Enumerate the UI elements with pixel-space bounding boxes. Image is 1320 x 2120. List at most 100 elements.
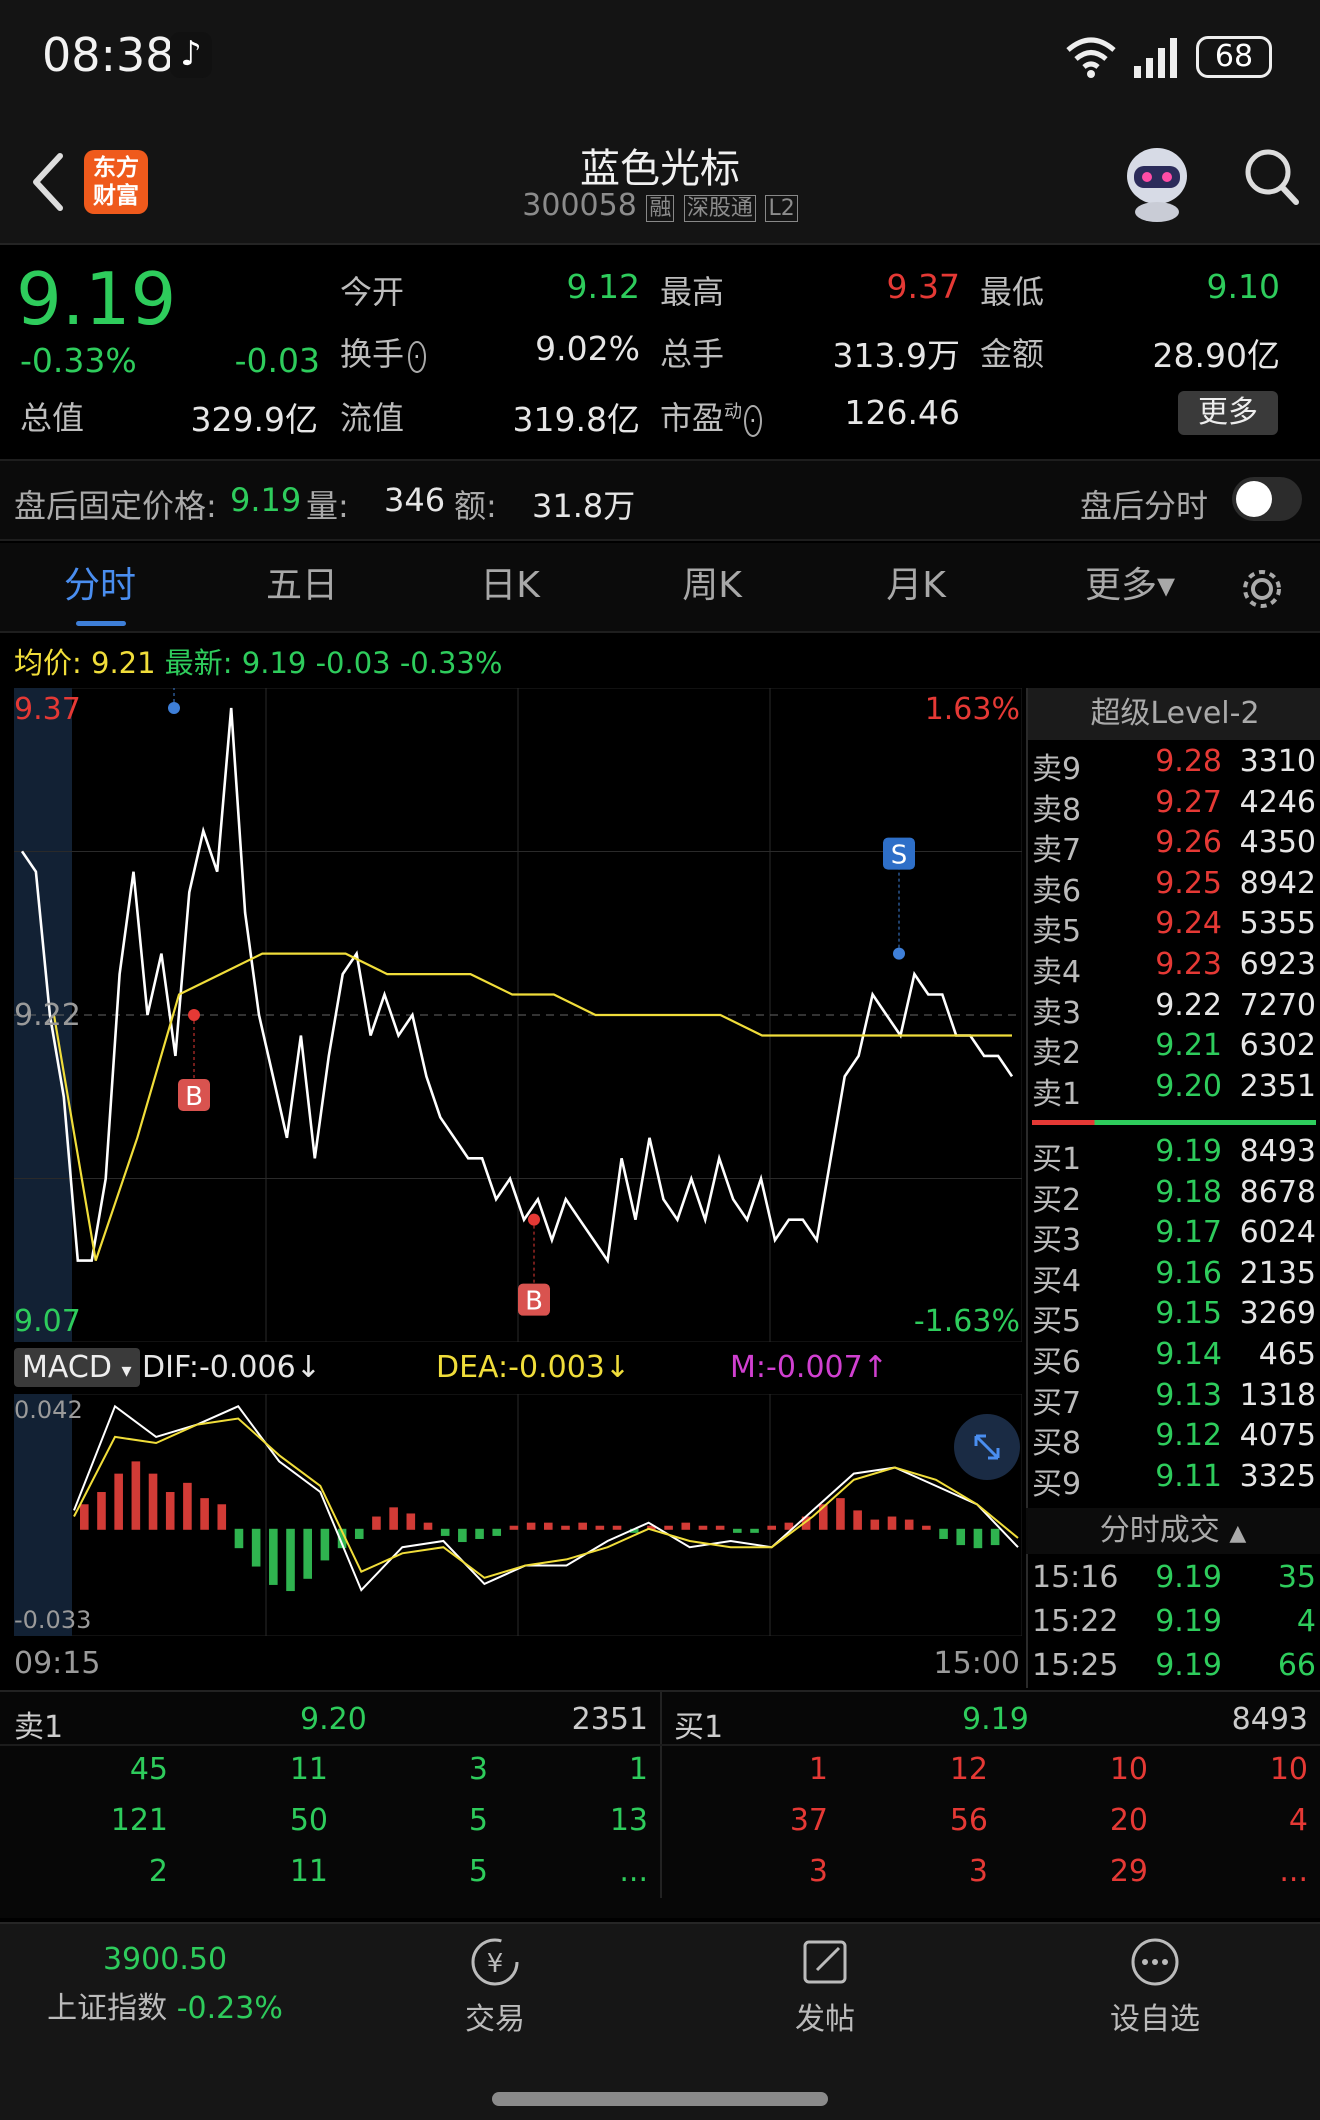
after-hours-bar: 盘后固定价格: 9.19 量: 346 额: 31.8万 盘后分时 bbox=[0, 459, 1320, 541]
robot-assistant-icon[interactable] bbox=[1118, 138, 1196, 224]
expand-icon[interactable] bbox=[954, 1414, 1020, 1480]
macd-bar bbox=[389, 1507, 398, 1530]
ask-row[interactable]: 卖7 9.26 4350 bbox=[1032, 825, 1320, 868]
after-vol: 346 bbox=[384, 481, 446, 519]
more-button[interactable]: 更多 bbox=[1178, 391, 1278, 435]
pe-label-text: 市盈 bbox=[660, 399, 725, 437]
macd-selector[interactable]: MACD ▾ bbox=[14, 1348, 140, 1387]
after-amt-label: 额: bbox=[454, 487, 497, 525]
bid-queue-order: ... bbox=[1279, 1854, 1308, 1889]
macd-top-value: 0.042 bbox=[14, 1396, 83, 1424]
index-ticker[interactable]: 3900.50 上证指数 -0.23% bbox=[0, 1934, 330, 2054]
bid-row[interactable]: 买5 9.15 3269 bbox=[1032, 1296, 1320, 1339]
index-change: -0.23% bbox=[176, 1991, 283, 2026]
gear-icon[interactable] bbox=[1238, 565, 1286, 613]
ask-queue-order: 13 bbox=[609, 1803, 648, 1838]
macd-bar bbox=[733, 1528, 742, 1533]
bid-row[interactable]: 买6 9.14 465 bbox=[1032, 1337, 1320, 1380]
trade-row: 15:22 9.19 4 bbox=[1032, 1604, 1320, 1644]
trade-vol: 35 bbox=[1277, 1560, 1316, 1595]
avg-value: 9.21 bbox=[91, 646, 156, 680]
macd-bar bbox=[561, 1525, 570, 1530]
macd-bar bbox=[80, 1504, 89, 1530]
turnover-label[interactable]: 换手 · bbox=[340, 329, 426, 375]
trades-title[interactable]: 分时成交 ▲ bbox=[1026, 1508, 1320, 1554]
avg-label: 均价: bbox=[14, 646, 82, 680]
queue-bid-vol: 8493 bbox=[1231, 1702, 1308, 1737]
macd-bar bbox=[509, 1525, 519, 1530]
macd-bar bbox=[354, 1528, 364, 1539]
tab-monthly-k[interactable]: 月K bbox=[846, 543, 986, 633]
post-button[interactable]: 发帖 bbox=[730, 1934, 920, 2054]
search-icon[interactable] bbox=[1242, 142, 1302, 212]
macd-bar bbox=[492, 1528, 502, 1536]
axis-mid-price: 9.22 bbox=[14, 998, 81, 1033]
change-percent: -0.33% bbox=[20, 341, 137, 380]
ask-row[interactable]: 卖4 9.23 6923 bbox=[1032, 947, 1320, 990]
bid-row[interactable]: 买7 9.13 1318 bbox=[1032, 1377, 1320, 1421]
trade-marker-b-label: B bbox=[525, 1287, 543, 1317]
bid-volume: 3269 bbox=[1239, 1296, 1316, 1332]
bid-row[interactable]: 买9 9.11 3325 bbox=[1032, 1459, 1320, 1502]
tab-five-day[interactable]: 五日 bbox=[232, 543, 372, 633]
turnover-label-text: 换手 bbox=[340, 335, 405, 373]
stock-code-line: 300058 融 深股通 L2 bbox=[420, 188, 900, 223]
macd-bar bbox=[698, 1525, 708, 1530]
macd-pre-market-band bbox=[14, 1394, 72, 1636]
axis-bottom-pct: -1.63% bbox=[913, 1304, 1020, 1339]
ask-row[interactable]: 卖3 9.22 7270 bbox=[1032, 988, 1320, 1031]
back-arrow-icon[interactable] bbox=[28, 152, 68, 212]
macd-chart[interactable] bbox=[14, 1394, 1022, 1636]
trade-button[interactable]: ¥ 交易 bbox=[400, 1934, 590, 2054]
level2-title[interactable]: 超级Level-2 bbox=[1028, 688, 1320, 740]
macd-dea: DEA:-0.003↓ bbox=[436, 1350, 631, 1385]
bid-queue-order: 12 bbox=[949, 1752, 988, 1787]
ask-queue-order: 50 bbox=[289, 1803, 328, 1838]
volume-value: 313.9万 bbox=[832, 336, 960, 375]
watchlist-button[interactable]: 设自选 bbox=[1060, 1934, 1250, 2054]
home-indicator bbox=[492, 2092, 828, 2106]
macd-bar bbox=[887, 1516, 897, 1530]
macd-bar bbox=[200, 1498, 209, 1530]
ask-volume: 2351 bbox=[1239, 1068, 1316, 1104]
macd-bar bbox=[870, 1519, 880, 1530]
ask-price: 9.28 bbox=[1155, 744, 1222, 779]
ask-volume: 6302 bbox=[1239, 1028, 1316, 1064]
bid-row[interactable]: 买3 9.17 6024 bbox=[1032, 1215, 1320, 1258]
tab-weekly-k[interactable]: 周K bbox=[642, 543, 782, 633]
bid-row[interactable]: 买2 9.18 8678 bbox=[1032, 1174, 1320, 1218]
ask-queue-order: 45 bbox=[129, 1752, 168, 1787]
macd-bar bbox=[269, 1528, 278, 1585]
tag-level2: L2 bbox=[765, 195, 798, 222]
pe-label[interactable]: 市盈动 · bbox=[660, 393, 762, 439]
ask-price: 9.27 bbox=[1155, 784, 1222, 820]
ask-volume: 3310 bbox=[1239, 744, 1316, 779]
eastmoney-logo[interactable]: 东方 财富 bbox=[84, 150, 148, 214]
after-hours-toggle[interactable] bbox=[1232, 477, 1302, 521]
macd-bar bbox=[681, 1522, 691, 1530]
intraday-price-chart[interactable]: SBBS bbox=[14, 688, 1022, 1342]
logo-line-2: 财富 bbox=[93, 183, 139, 209]
ask-row[interactable]: 卖5 9.24 5355 bbox=[1032, 906, 1320, 949]
bid-row[interactable]: 买8 9.12 4075 bbox=[1032, 1418, 1320, 1461]
ask-row[interactable]: 卖9 9.28 3310 bbox=[1032, 744, 1320, 787]
ask-price: 9.26 bbox=[1155, 825, 1222, 861]
bottom-nav: 3900.50 上证指数 -0.23% ¥ 交易 发帖 设自选 bbox=[0, 1922, 1320, 2120]
status-time: 08:38 bbox=[42, 28, 175, 82]
time-end: 15:00 bbox=[933, 1646, 1020, 1681]
tab-daily-k[interactable]: 日K bbox=[440, 543, 580, 633]
bid-volume: 1318 bbox=[1239, 1377, 1316, 1413]
macd-bar bbox=[97, 1492, 106, 1530]
bid-row[interactable]: 买4 9.16 2135 bbox=[1032, 1256, 1320, 1299]
ask-row[interactable]: 卖1 9.20 2351 bbox=[1032, 1068, 1320, 1112]
bid-volume: 8678 bbox=[1239, 1174, 1316, 1210]
tab-intraday[interactable]: 分时 bbox=[30, 543, 170, 633]
axis-top-price: 9.37 bbox=[14, 692, 81, 727]
tab-more[interactable]: 更多▾ bbox=[1060, 543, 1200, 633]
ask-queue-order: ... bbox=[619, 1854, 648, 1889]
ask-row[interactable]: 卖6 9.25 8942 bbox=[1032, 866, 1320, 909]
ask-row[interactable]: 卖2 9.21 6302 bbox=[1032, 1028, 1320, 1071]
ask-row[interactable]: 卖8 9.27 4246 bbox=[1032, 784, 1320, 828]
bid-row[interactable]: 买1 9.19 8493 bbox=[1032, 1134, 1320, 1177]
macd-bar bbox=[286, 1528, 295, 1592]
